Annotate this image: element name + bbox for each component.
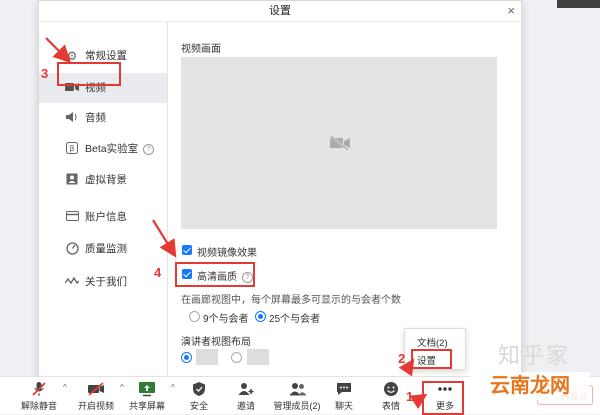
gallery-9-radio[interactable] — [189, 311, 200, 322]
portrait-icon — [65, 173, 79, 187]
hd-label: 高清画质? — [197, 268, 253, 283]
toolbar-item-invite[interactable]: 邀请 — [230, 377, 262, 414]
mirror-label: 视频镜像效果 — [197, 248, 257, 259]
sidebar-item-label: 虚拟背景 — [85, 174, 127, 186]
speaker-layout-label: 演讲者视图布局 — [181, 337, 251, 348]
smiley-icon — [382, 381, 400, 397]
sidebar-item-beta[interactable]: β Beta实验室? — [39, 134, 167, 164]
toolbar-item-label: 解除静音 — [20, 401, 57, 411]
svg-text:β: β — [69, 144, 74, 153]
caret-up-icon[interactable]: ^ — [120, 383, 124, 392]
beta-icon: β — [65, 142, 79, 156]
sidebar-item-label: 视频 — [85, 82, 106, 94]
settings-sidebar: ⚙ 常规设置 视频 音频 β Beta实验室? 虚拟背景 账户信息 质量监测 关… — [39, 22, 168, 377]
caret-up-icon[interactable]: ^ — [171, 383, 175, 392]
toolbar-item-unmute[interactable]: 解除静音 — [17, 377, 61, 414]
speaker-icon — [65, 111, 79, 125]
toolbar-item-members[interactable]: 管理成员(2) — [272, 377, 322, 414]
toolbar-item-security[interactable]: 安全 — [185, 377, 213, 414]
window-control-fragment — [557, 0, 600, 8]
help-icon[interactable]: ? — [242, 271, 253, 283]
sidebar-item-label: Beta实验室? — [85, 134, 155, 164]
toolbar-item-label: 安全 — [189, 401, 208, 411]
camera-off-icon — [87, 381, 105, 397]
sidebar-item-video[interactable]: 视频 — [39, 73, 167, 103]
sidebar-item-label: 音频 — [85, 112, 106, 124]
gallery-25-radio[interactable] — [255, 311, 266, 322]
toolbar-item-emoji[interactable]: 表情 — [376, 377, 406, 414]
gallery-description: 在画廊视图中，每个屏幕最多可显示的与会者个数 — [181, 295, 401, 306]
sidebar-item-audio[interactable]: 音频 — [39, 103, 167, 133]
toolbar-item-label: 开启视频 — [77, 401, 114, 411]
share-screen-icon — [138, 381, 156, 397]
sidebar-item-background[interactable]: 虚拟背景 — [39, 165, 167, 195]
toolbar-item-start-video[interactable]: 开启视频 — [74, 377, 118, 414]
mic-muted-icon — [30, 381, 48, 397]
speaker-layout-top-thumb[interactable] — [247, 349, 269, 365]
sidebar-item-account[interactable]: 账户信息 — [39, 202, 167, 232]
sidebar-item-about[interactable]: 关于我们 — [39, 267, 167, 297]
speaker-layout-radio-side[interactable] — [181, 352, 192, 363]
toolbar-item-label: 管理成员(2) — [273, 401, 321, 411]
sidebar-item-label: 常规设置 — [85, 50, 127, 62]
mirror-checkbox[interactable] — [182, 245, 192, 255]
gallery-9-label: 9个与会者 — [203, 314, 249, 325]
dialog-title: 设置 — [269, 5, 291, 17]
camera-icon — [65, 81, 79, 95]
toolbar-item-label: 更多 — [435, 401, 454, 411]
members-icon — [288, 381, 307, 397]
video-preview — [181, 57, 497, 229]
toolbar-item-label: 聊天 — [334, 401, 353, 411]
shield-icon — [190, 381, 208, 397]
speaker-layout-radio-top[interactable] — [231, 352, 242, 363]
close-icon[interactable]: × — [507, 1, 515, 21]
more-menu: 文档(2) 设置 — [404, 328, 466, 370]
speaker-layout-side-thumb[interactable] — [196, 349, 218, 365]
invite-icon — [237, 381, 255, 397]
more-icon — [436, 381, 454, 397]
wave-icon — [64, 275, 80, 289]
sidebar-item-quality[interactable]: 质量监测 — [39, 234, 167, 264]
chat-icon — [335, 381, 353, 397]
sidebar-item-label: 账户信息 — [85, 211, 127, 223]
gauge-icon — [65, 242, 79, 256]
menu-item-documents[interactable]: 文档(2) — [417, 335, 448, 349]
toolbar-item-more[interactable]: 更多 — [425, 377, 465, 414]
meeting-toolbar: 开会议 解除静音 ^ 开启视频 ^ 共享屏幕 ^ 安全 邀请 管理成员(2) 聊天 表情 更多 — [0, 376, 600, 414]
toolbar-item-label: 共享屏幕 — [128, 401, 165, 411]
camera-disabled-icon — [330, 135, 350, 151]
dialog-titlebar: 设置 × — [39, 1, 521, 22]
sidebar-item-label: 质量监测 — [85, 243, 127, 255]
toolbar-item-chat[interactable]: 聊天 — [328, 377, 360, 414]
meeting-button[interactable]: 开会议 — [537, 385, 593, 405]
caret-up-icon[interactable]: ^ — [63, 383, 67, 392]
settings-scrollbar[interactable] — [542, 32, 546, 362]
menu-item-settings[interactable]: 设置 — [417, 353, 436, 367]
toolbar-item-label: 邀请 — [236, 401, 255, 411]
hd-label-text: 高清画质 — [197, 272, 237, 283]
gallery-25-label: 25个与会者 — [269, 314, 321, 325]
toolbar-item-label: 表情 — [381, 401, 400, 411]
preview-label: 视频画面 — [181, 44, 221, 55]
sidebar-item-label: 关于我们 — [85, 276, 127, 288]
settings-dialog: 设置 × ⚙ 常规设置 视频 音频 β Beta实验室? 虚拟背景 账户信息 质… — [38, 0, 546, 378]
help-icon[interactable]: ? — [143, 143, 155, 155]
gear-icon: ⚙ — [66, 49, 78, 63]
toolbar-item-share[interactable]: 共享屏幕 — [125, 377, 169, 414]
video-settings-panel: 视频画面 视频镜像效果 高清画质? 在画廊视图中，每个屏幕最多可显示的与会者个数… — [169, 22, 546, 377]
sidebar-item-general[interactable]: ⚙ 常规设置 — [39, 41, 167, 71]
hd-checkbox[interactable] — [182, 269, 192, 279]
card-icon — [65, 210, 79, 224]
